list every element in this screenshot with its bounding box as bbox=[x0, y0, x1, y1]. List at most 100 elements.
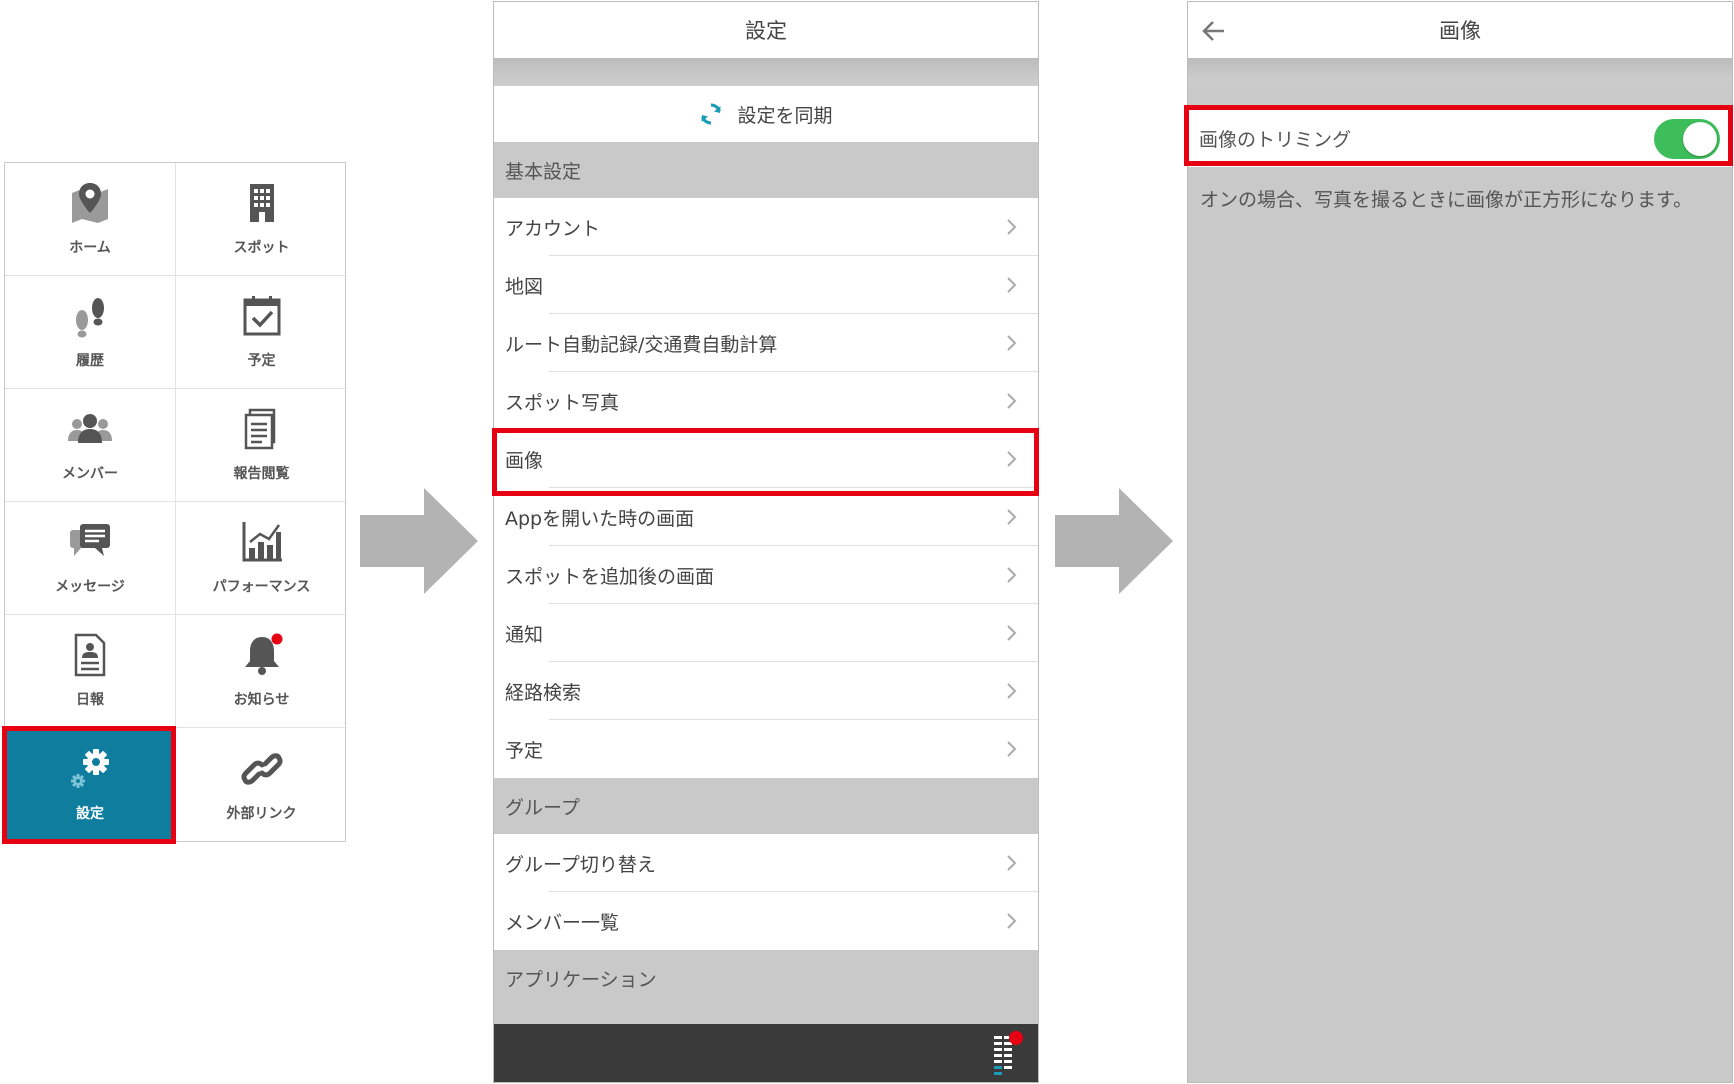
tile-reports[interactable]: 報告閲覧 bbox=[176, 389, 347, 502]
settings-screen: 設定 設定を同期 基本設定 アカウント 地図 ルート自動記録/交通費自動計算 ス… bbox=[493, 1, 1039, 1083]
calendar-check-icon bbox=[243, 296, 280, 336]
tile-label: スポット bbox=[233, 240, 290, 256]
gear-icon bbox=[71, 748, 109, 788]
settings-item-schedule[interactable]: 予定 bbox=[494, 720, 1038, 778]
tile-label: 予定 bbox=[247, 353, 276, 369]
settings-item-label: Appを開いた時の画面 bbox=[505, 507, 695, 530]
image-settings-screen: 画像 画像のトリミング オンの場合、写真を撮るときに画像が正方形になります。 bbox=[1187, 1, 1733, 1083]
menu-grid: ホーム スポット 履歴 予定 メンバー 報告閲覧 メッセージ パフォーマンス 日… bbox=[4, 162, 347, 842]
tile-settings[interactable]: 設定 bbox=[5, 728, 176, 841]
tile-home[interactable]: ホーム bbox=[5, 163, 176, 276]
chevron-right-icon bbox=[1007, 335, 1017, 351]
settings-item-account[interactable]: アカウント bbox=[494, 198, 1038, 256]
image-trimming-row: 画像のトリミング bbox=[1188, 109, 1732, 167]
settings-item-app-start-screen[interactable]: Appを開いた時の画面 bbox=[494, 488, 1038, 546]
chat-icon bbox=[70, 524, 110, 556]
section-header-label: アプリケーション bbox=[505, 968, 657, 991]
tile-schedule[interactable]: 予定 bbox=[176, 276, 347, 389]
tile-members[interactable]: メンバー bbox=[5, 389, 176, 502]
chevron-right-icon bbox=[1007, 219, 1017, 235]
settings-item-label: 経路検索 bbox=[505, 681, 582, 704]
tile-label: メンバー bbox=[62, 466, 118, 482]
settings-item-route-search[interactable]: 経路検索 bbox=[494, 662, 1038, 720]
settings-item-image[interactable]: 画像 bbox=[494, 430, 1038, 488]
arrow-right-icon bbox=[360, 488, 478, 594]
section-header-label: グループ bbox=[505, 796, 580, 819]
settings-item-label: スポット写真 bbox=[505, 391, 620, 414]
settings-item-label: 地図 bbox=[505, 275, 544, 298]
report-icon bbox=[74, 633, 106, 677]
documents-icon bbox=[244, 408, 275, 450]
settings-item-label: スポットを追加後の画面 bbox=[505, 565, 715, 588]
tile-label: 履歴 bbox=[76, 353, 104, 369]
sync-icon bbox=[701, 103, 722, 125]
chevron-right-icon bbox=[1007, 277, 1017, 293]
tile-label: ホーム bbox=[69, 240, 111, 256]
tile-history[interactable]: 履歴 bbox=[5, 276, 176, 389]
section-header-application: アプリケーション bbox=[494, 950, 1038, 1006]
chevron-right-icon bbox=[1007, 913, 1017, 929]
bar-chart-icon bbox=[242, 522, 282, 562]
settings-item-label: 画像 bbox=[505, 449, 544, 472]
settings-item-after-add-spot[interactable]: スポットを追加後の画面 bbox=[494, 546, 1038, 604]
chevron-right-icon bbox=[1007, 855, 1017, 871]
tile-label: 外部リンク bbox=[226, 805, 297, 822]
image-trimming-toggle[interactable] bbox=[1654, 119, 1720, 159]
chevron-right-icon bbox=[1007, 451, 1017, 467]
arrow-right-icon bbox=[1055, 488, 1173, 594]
map-pin-icon bbox=[72, 183, 108, 223]
tile-label: 日報 bbox=[76, 692, 104, 708]
tile-messages[interactable]: メッセージ bbox=[5, 502, 176, 615]
settings-item-map[interactable]: 地図 bbox=[494, 256, 1038, 314]
section-gap bbox=[1188, 59, 1732, 109]
footprints-icon bbox=[76, 298, 104, 338]
toggle-label: 画像のトリミング bbox=[1199, 128, 1352, 151]
settings-item-notifications[interactable]: 通知 bbox=[494, 604, 1038, 662]
tile-external-link[interactable]: 外部リンク bbox=[176, 728, 347, 841]
tile-performance[interactable]: パフォーマンス bbox=[176, 502, 347, 615]
tile-label: メッセージ bbox=[55, 579, 125, 595]
building-icon bbox=[249, 184, 274, 222]
section-header-basic: 基本設定 bbox=[494, 142, 1038, 198]
chevron-right-icon bbox=[1007, 509, 1017, 525]
chevron-right-icon bbox=[1007, 741, 1017, 757]
section-gap bbox=[494, 59, 1038, 86]
chevron-right-icon bbox=[1007, 393, 1017, 409]
tile-daily-report[interactable]: 日報 bbox=[5, 615, 176, 728]
bell-icon bbox=[244, 633, 282, 675]
settings-item-label: 通知 bbox=[505, 623, 544, 646]
signal-status-icon bbox=[994, 1031, 1023, 1075]
toggle-description: オンの場合、写真を撮るときに画像が正方形になります。 bbox=[1200, 189, 1693, 211]
settings-item-spot-photo[interactable]: スポット写真 bbox=[494, 372, 1038, 430]
back-arrow-icon[interactable] bbox=[1202, 20, 1226, 42]
page-title: 画像 bbox=[1439, 19, 1481, 43]
settings-item-label: アカウント bbox=[505, 217, 601, 240]
settings-item-label: 予定 bbox=[505, 739, 544, 762]
chevron-right-icon bbox=[1007, 625, 1017, 641]
section-header-label: 基本設定 bbox=[505, 160, 582, 183]
settings-item-label: メンバー一覧 bbox=[505, 911, 620, 934]
bottom-bar bbox=[494, 1024, 1038, 1082]
tile-spot[interactable]: スポット bbox=[176, 163, 347, 276]
notification-dot-icon bbox=[271, 633, 282, 645]
tile-label: パフォーマンス bbox=[212, 579, 311, 595]
sync-settings-button[interactable]: 設定を同期 bbox=[494, 86, 1038, 142]
settings-header: 設定 bbox=[494, 2, 1038, 59]
toggle-knob bbox=[1683, 122, 1717, 156]
settings-item-route-auto-record[interactable]: ルート自動記録/交通費自動計算 bbox=[494, 314, 1038, 372]
section-header-group: グループ bbox=[494, 778, 1038, 834]
sync-label: 設定を同期 bbox=[737, 104, 833, 127]
settings-item-switch-group[interactable]: グループ切り替え bbox=[494, 834, 1038, 892]
tile-notices[interactable]: お知らせ bbox=[176, 615, 347, 728]
tile-label: 報告閲覧 bbox=[233, 466, 290, 482]
link-icon bbox=[240, 752, 283, 785]
image-header: 画像 bbox=[1188, 2, 1732, 59]
chevron-right-icon bbox=[1007, 567, 1017, 583]
people-icon bbox=[68, 414, 112, 443]
settings-item-member-list[interactable]: メンバー一覧 bbox=[494, 892, 1038, 950]
tile-label: お知らせ bbox=[233, 692, 290, 708]
page-title: 設定 bbox=[745, 19, 787, 43]
tile-label: 設定 bbox=[76, 805, 104, 822]
chevron-right-icon bbox=[1007, 683, 1017, 699]
settings-item-label: ルート自動記録/交通費自動計算 bbox=[505, 333, 778, 356]
